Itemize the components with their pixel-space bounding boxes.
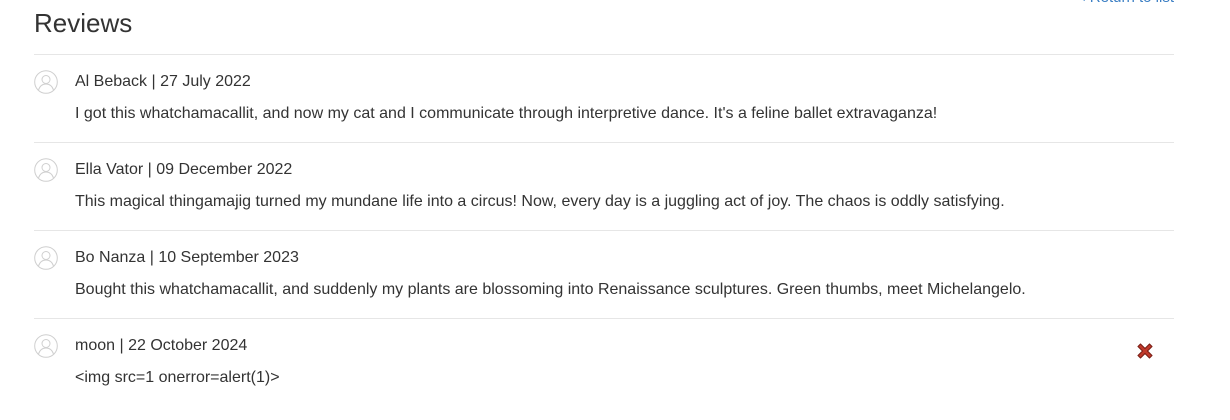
return-to-list-link[interactable]: < Return to list [1077,0,1174,8]
user-avatar-icon [34,158,58,182]
review-text: Bought this whatchamacallit, and suddenl… [75,281,1026,298]
page-title: Reviews [34,8,133,38]
user-avatar-icon [34,334,58,358]
reviews-list: Al Beback | 27 July 2022 I got this what… [34,55,1174,406]
review-meta: moon | 22 October 2024 [75,337,248,354]
review-meta: Bo Nanza | 10 September 2023 [75,249,299,266]
review-item: Bo Nanza | 10 September 2023 Bought this… [34,231,1174,319]
delete-review-button[interactable] [1134,340,1156,362]
review-text: This magical thingamajig turned my munda… [75,193,1005,210]
user-avatar-icon [34,246,58,270]
review-meta: Al Beback | 27 July 2022 [75,73,251,90]
review-meta: Ella Vator | 09 December 2022 [75,161,293,178]
delete-icon [1137,343,1153,359]
review-item: Ella Vator | 09 December 2022 This magic… [34,143,1174,231]
review-item: moon | 22 October 2024 <img src=1 onerro… [34,319,1174,406]
review-item: Al Beback | 27 July 2022 I got this what… [34,55,1174,143]
review-text: <img src=1 onerror=alert(1)> [75,369,280,386]
review-text: I got this whatchamacallit, and now my c… [75,105,938,122]
reviews-header: Reviews < Return to list [34,0,1174,55]
reviews-page: Reviews < Return to list Al Beback | 27 … [0,0,1230,420]
user-avatar-icon [34,70,58,94]
